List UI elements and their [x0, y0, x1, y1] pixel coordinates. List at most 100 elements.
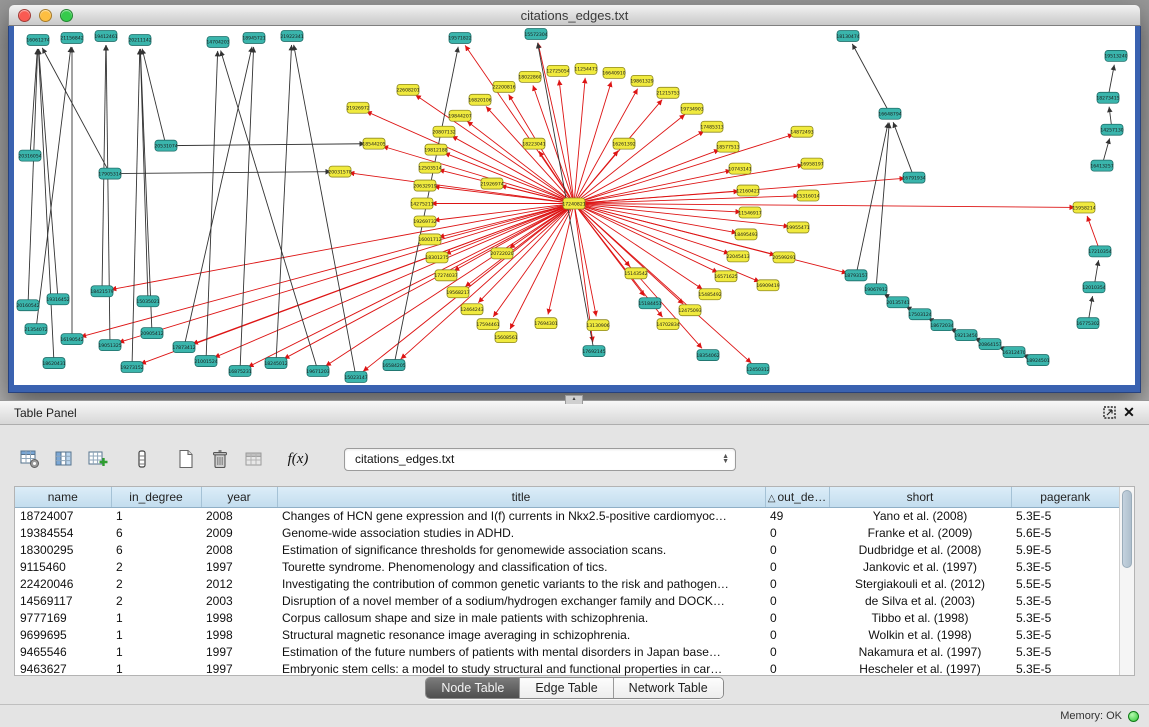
table-cell[interactable]: 6	[111, 524, 201, 541]
graph-edge[interactable]	[276, 45, 291, 359]
table-cell[interactable]: 1	[111, 643, 201, 660]
close-button[interactable]	[18, 9, 31, 22]
close-panel-icon[interactable]: ✕	[1119, 404, 1139, 422]
graph-node[interactable]: 15023147	[344, 372, 367, 383]
table-cell[interactable]: 5.3E-5	[1011, 507, 1119, 524]
table-cell[interactable]: 1998	[201, 626, 277, 643]
graph-edge[interactable]	[111, 204, 570, 289]
graph-node[interactable]: 20905412	[140, 328, 163, 339]
table-cell[interactable]: Structural magnetic resonance image aver…	[277, 626, 765, 643]
column-header-pagerank[interactable]: pagerank	[1011, 487, 1119, 507]
graph-node[interactable]: 13130906	[586, 320, 609, 331]
table-cell[interactable]: 2008	[201, 541, 277, 558]
table-row[interactable]: 969969511998Structural magnetic resonanc…	[15, 626, 1119, 643]
graph-edge[interactable]	[81, 205, 570, 337]
table-cell[interactable]: 5.6E-5	[1011, 524, 1119, 541]
graph-edge[interactable]	[132, 49, 140, 363]
window-titlebar[interactable]: citations_edges.txt	[8, 4, 1141, 26]
table-cell[interactable]: 9115460	[15, 558, 111, 575]
table-cell[interactable]: 0	[765, 558, 829, 575]
graph-edge[interactable]	[240, 47, 253, 367]
graph-node[interactable]: 19568217	[446, 287, 469, 298]
graph-node[interactable]: 12464243	[460, 304, 483, 315]
graph-node[interactable]: 20864157	[978, 339, 1001, 350]
import-table-icon[interactable]	[240, 446, 268, 472]
table-cell[interactable]: Disruption of a novel member of a sodium…	[277, 592, 765, 609]
graph-edge[interactable]	[1095, 260, 1099, 283]
table-cell[interactable]: 9463627	[15, 660, 111, 677]
graph-node[interactable]: 19571822	[448, 32, 471, 43]
graph-node[interactable]: 19513240	[1104, 50, 1127, 61]
graph-edge[interactable]	[30, 49, 37, 152]
table-edit-icon[interactable]	[84, 446, 112, 472]
graph-node[interactable]: 20632919	[413, 180, 436, 191]
graph-node[interactable]: 15485492	[698, 289, 721, 300]
table-cell[interactable]: 49	[765, 507, 829, 524]
table-row[interactable]: 1830029562008Estimation of significance …	[15, 541, 1119, 558]
table-cell[interactable]: 14569117	[15, 592, 111, 609]
graph-node[interactable]: 20135741	[886, 297, 909, 308]
table-cell[interactable]: 0	[765, 643, 829, 660]
graph-node[interactable]: 19067912	[864, 284, 887, 295]
graph-node[interactable]: 20599291	[772, 252, 795, 263]
graph-node[interactable]: 21215753	[656, 87, 679, 98]
table-cell[interactable]: 0	[765, 575, 829, 592]
graph-node[interactable]: 18945721	[242, 32, 265, 43]
table-cell[interactable]: Dudbridge et al. (2008)	[829, 541, 1011, 558]
table-cell[interactable]: Nakamura et al. (1997)	[829, 643, 1011, 660]
graph-node[interactable]: 14872493	[790, 126, 813, 137]
graph-node[interactable]: 17503124	[908, 309, 931, 320]
graph-node[interactable]: 15143542	[624, 268, 647, 279]
table-cell[interactable]: Hescheler et al. (1997)	[829, 660, 1011, 677]
graph-node[interactable]: 15572304	[524, 28, 547, 39]
table-cell[interactable]: 18724007	[15, 507, 111, 524]
table-cell[interactable]: 1997	[201, 643, 277, 660]
graph-node[interactable]: 21156842	[60, 32, 83, 43]
graph-node[interactable]: 16413257	[1090, 160, 1113, 171]
graph-edge[interactable]	[439, 204, 570, 237]
graph-node[interactable]: 10743141	[728, 163, 751, 174]
graph-node[interactable]: 17485313	[700, 121, 723, 132]
graph-node[interactable]: 19273152	[120, 362, 143, 373]
table-cell[interactable]: Franke et al. (2009)	[829, 524, 1011, 541]
graph-node[interactable]: 17692145	[582, 346, 605, 357]
table-cell[interactable]: 2012	[201, 575, 277, 592]
graph-edge[interactable]	[574, 78, 585, 200]
graph-node[interactable]: 14257130	[1100, 124, 1123, 135]
graph-node[interactable]: 16584205	[382, 360, 405, 371]
graph-node[interactable]: 22045413	[726, 251, 749, 262]
table-cell[interactable]: Stergiakouli et al. (2012)	[829, 575, 1011, 592]
table-cell[interactable]: 0	[765, 592, 829, 609]
graph-node[interactable]: 21926972	[346, 102, 369, 113]
table-cell[interactable]: 19384554	[15, 524, 111, 541]
graph-node[interactable]: 17240821	[562, 198, 585, 209]
table-cell[interactable]: 18300295	[15, 541, 111, 558]
table-cell[interactable]: Corpus callosum shape and size in male p…	[277, 609, 765, 626]
table-cell[interactable]: 1997	[201, 558, 277, 575]
graph-edge[interactable]	[578, 204, 1075, 208]
table-cell[interactable]: Investigating the contribution of common…	[277, 575, 765, 592]
graph-node[interactable]: 16909419	[756, 280, 779, 291]
table-row[interactable]: 1456911722003Disruption of a novel membe…	[15, 592, 1119, 609]
graph-edge[interactable]	[578, 134, 794, 202]
graph-node[interactable]: 11546917	[738, 207, 761, 218]
graph-node[interactable]: 19671203	[306, 366, 329, 377]
graph-node[interactable]: 15608561	[494, 332, 517, 343]
table-row[interactable]: 977716911998Corpus callosum shape and si…	[15, 609, 1119, 626]
graph-edge[interactable]	[578, 204, 847, 273]
graph-edge[interactable]	[465, 206, 571, 287]
graph-node[interactable]: 16875231	[228, 366, 251, 377]
table-cell[interactable]: 0	[765, 626, 829, 643]
graph-node[interactable]: 11254473	[574, 63, 597, 74]
graph-edge[interactable]	[248, 205, 570, 367]
graph-node[interactable]: 17905314	[98, 168, 121, 179]
table-cell[interactable]: 0	[765, 524, 829, 541]
graph-node[interactable]: 19269732	[413, 216, 436, 227]
graph-edge[interactable]	[221, 51, 317, 368]
graph-node[interactable]: 18672034	[930, 320, 953, 331]
graph-node[interactable]: 20531074	[154, 140, 177, 151]
graph-node[interactable]: 16190542	[60, 334, 83, 345]
table-cell[interactable]: 5.3E-5	[1011, 558, 1119, 575]
graph-edge[interactable]	[1089, 296, 1093, 319]
graph-node[interactable]: 22608201	[396, 84, 419, 95]
